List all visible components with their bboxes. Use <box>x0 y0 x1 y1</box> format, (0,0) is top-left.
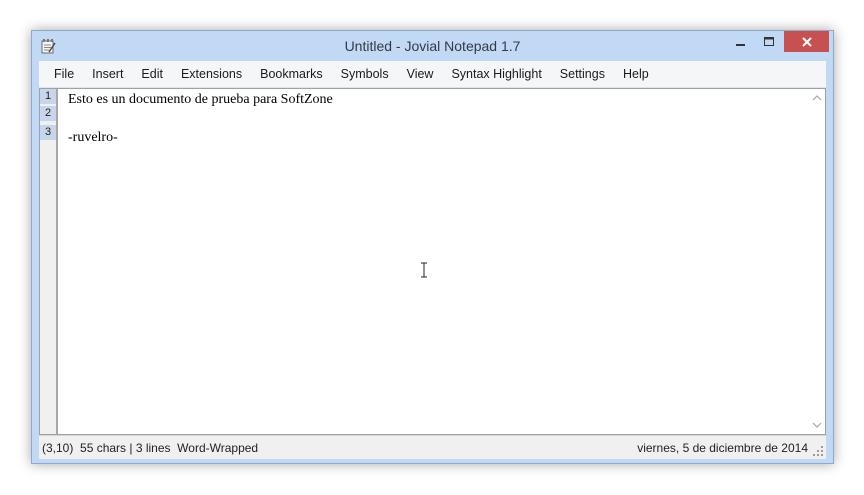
menu-symbols[interactable]: Symbols <box>332 64 398 84</box>
editor-line[interactable]: -ruvelro- <box>68 130 118 146</box>
line-number: 3 <box>40 125 56 140</box>
minimize-button[interactable] <box>727 31 755 52</box>
status-bar: (3,10) 55 chars | 3 lines Word-Wrapped v… <box>39 435 826 459</box>
menu-help[interactable]: Help <box>614 64 658 84</box>
scroll-down-icon[interactable] <box>812 421 822 429</box>
menu-insert[interactable]: Insert <box>83 64 132 84</box>
menu-settings[interactable]: Settings <box>551 64 614 84</box>
title-bar[interactable]: Untitled - Jovial Notepad 1.7 <box>32 31 833 61</box>
close-button[interactable] <box>784 31 829 52</box>
editor-line[interactable]: Esto es un documento de prueba para Soft… <box>68 92 333 108</box>
scroll-up-icon[interactable] <box>812 94 822 102</box>
vertical-scrollbar[interactable] <box>808 89 825 434</box>
menu-bookmarks[interactable]: Bookmarks <box>251 64 332 84</box>
menu-edit[interactable]: Edit <box>132 64 172 84</box>
menu-syntax-highlight[interactable]: Syntax Highlight <box>442 64 550 84</box>
resize-grip-icon[interactable] <box>813 446 824 457</box>
close-icon <box>801 36 812 47</box>
maximize-button[interactable] <box>755 31 783 52</box>
text-cursor-icon <box>421 262 427 278</box>
menu-view[interactable]: View <box>398 64 443 84</box>
text-editor[interactable]: 1 2 3 Esto es un documento de prueba par… <box>39 88 826 435</box>
maximize-icon <box>763 36 774 46</box>
minimize-icon <box>736 43 745 46</box>
window-title: Untitled - Jovial Notepad 1.7 <box>344 38 521 54</box>
app-window: Untitled - Jovial Notepad 1.7 File Inser… <box>31 30 834 464</box>
line-number-gutter: 1 2 3 <box>40 89 58 434</box>
menu-extensions[interactable]: Extensions <box>172 64 251 84</box>
line-number: 1 <box>40 89 56 104</box>
menu-file[interactable]: File <box>45 64 83 84</box>
line-number: 2 <box>40 106 56 121</box>
menu-bar: File Insert Edit Extensions Bookmarks Sy… <box>39 61 826 88</box>
status-date: viernes, 5 de diciembre de 2014 <box>637 440 808 455</box>
status-info: (3,10) 55 chars | 3 lines Word-Wrapped <box>42 440 259 455</box>
